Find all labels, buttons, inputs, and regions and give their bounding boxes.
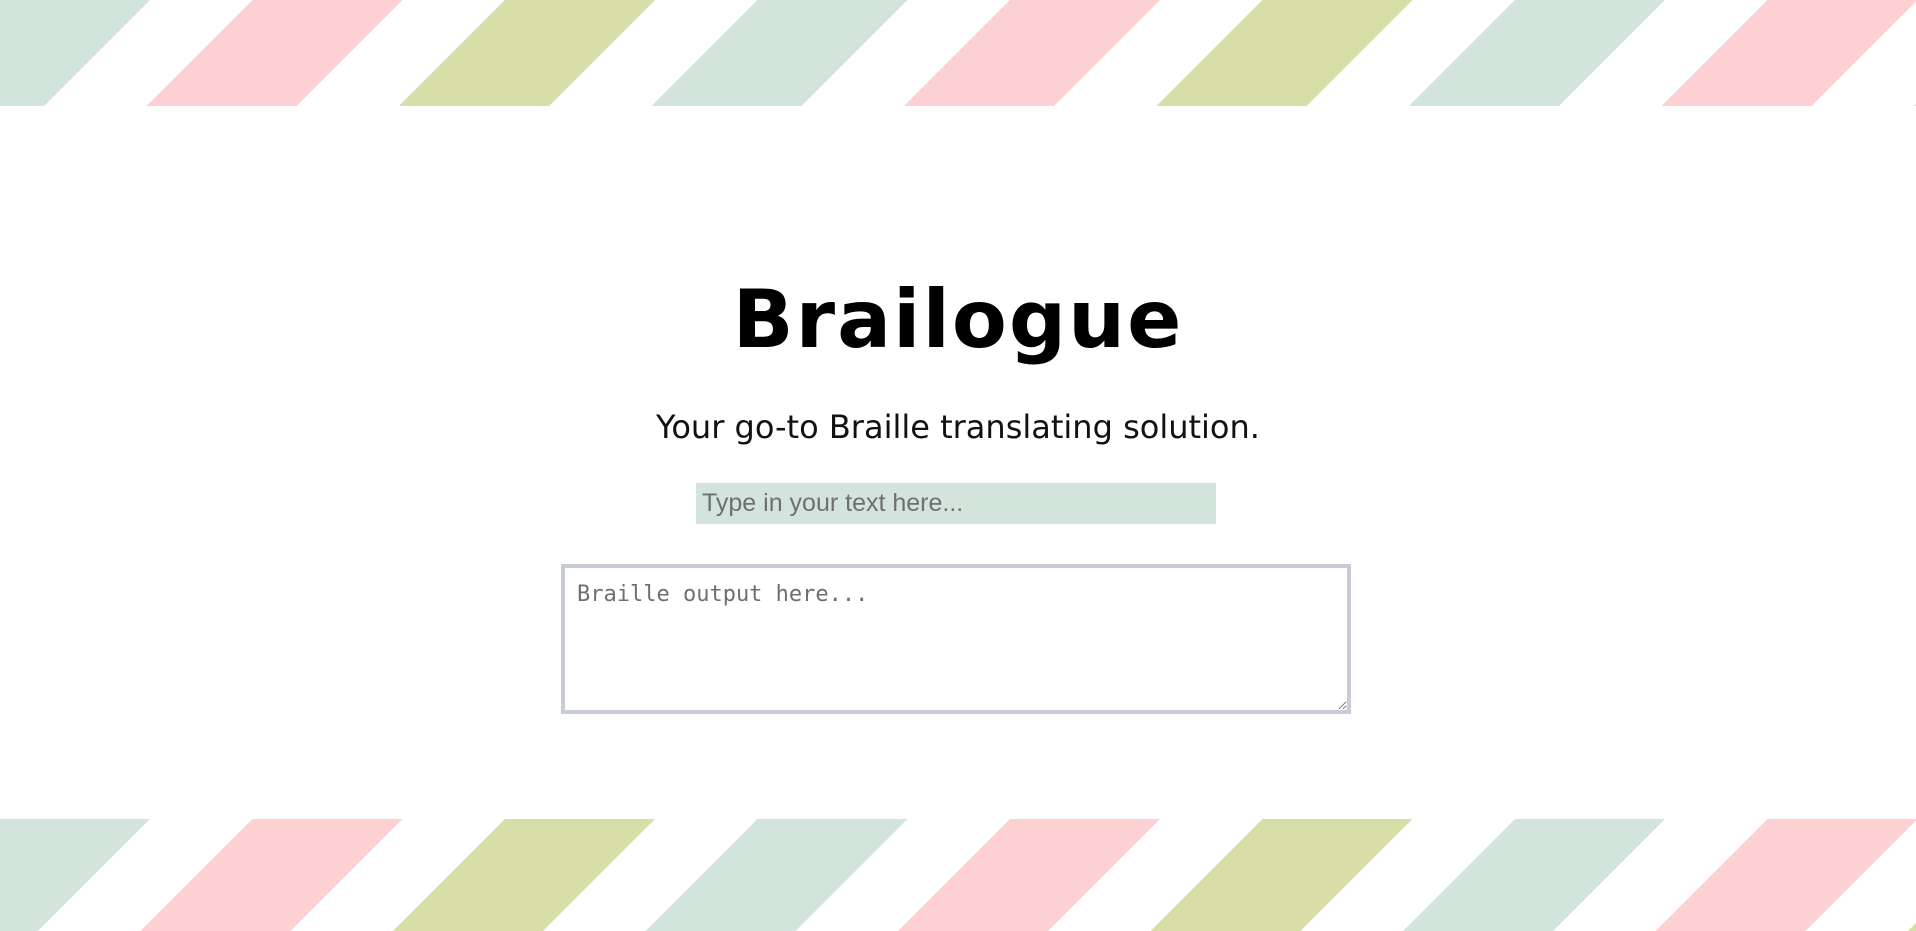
stripe-mint	[0, 819, 150, 931]
bottom-stripes-graphic	[0, 819, 1916, 931]
stripe-pink	[898, 819, 1160, 931]
stripe-pink	[1655, 819, 1916, 931]
app-subtitle: Your go-to Braille translating solution.	[656, 408, 1260, 446]
page: Brailogue Your go-to Braille translating…	[0, 0, 1916, 931]
braille-output-textarea[interactable]	[561, 564, 1351, 714]
text-input[interactable]	[696, 483, 1216, 524]
main-content: Brailogue Your go-to Braille translating…	[0, 0, 1916, 931]
bottom-decorative-stripes	[0, 819, 1916, 931]
stripe-olive	[1908, 923, 1916, 931]
stripe-mint	[645, 819, 908, 931]
stripe-pink	[140, 819, 403, 931]
stripe-olive	[1150, 819, 1413, 931]
stripe-olive	[393, 819, 655, 931]
stripe-mint	[1403, 819, 1665, 931]
app-title: Brailogue	[732, 273, 1184, 366]
